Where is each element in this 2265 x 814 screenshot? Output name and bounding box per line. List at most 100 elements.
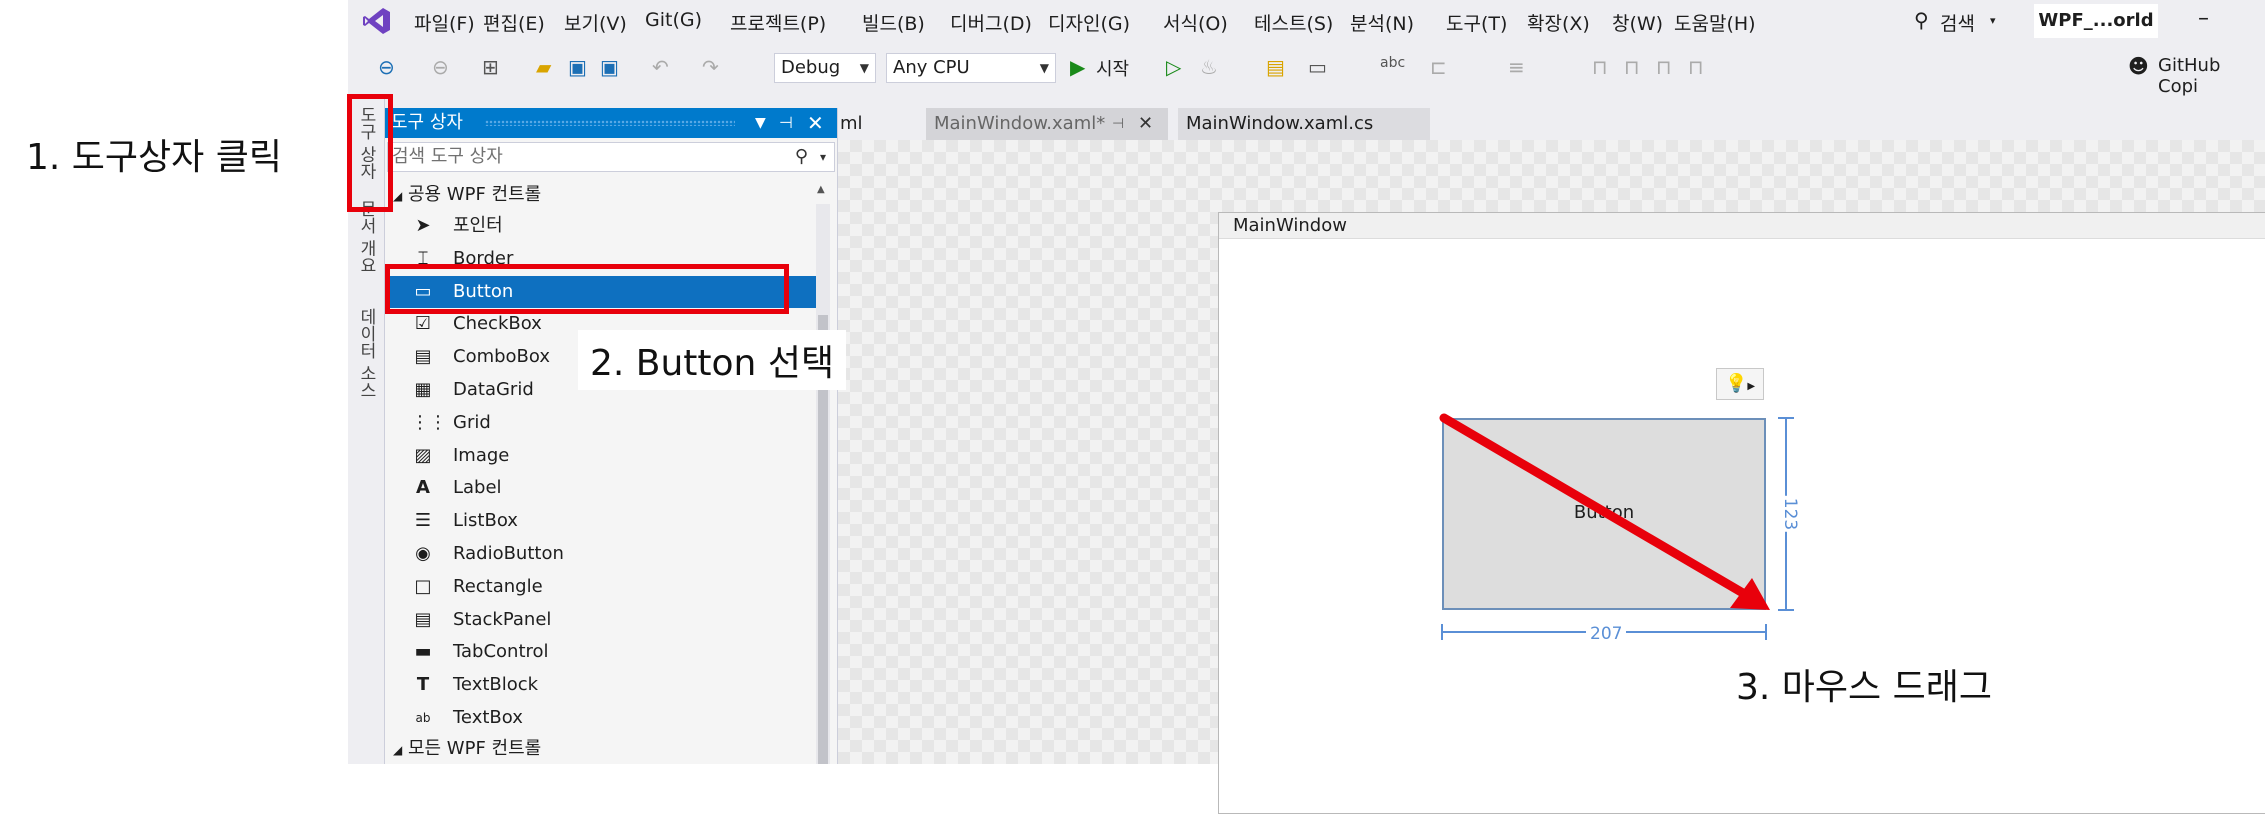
toolbox-title-bar: 도구 상자 ▼ ⊣ ✕ (385, 108, 837, 138)
indent-icon[interactable]: ≡ (1508, 55, 1525, 79)
menu-item[interactable]: Git(G) (645, 9, 702, 31)
start-button-label[interactable]: 시작 (1096, 55, 1129, 81)
toolbox-item-label: StackPanel (453, 608, 552, 630)
expand-arrow-icon: ▶ (1747, 381, 1756, 392)
menu-item[interactable]: 파일(F) (414, 9, 475, 36)
menu-item[interactable]: 프로젝트(P) (730, 9, 826, 36)
pin-icon[interactable]: ⊣ (1112, 108, 1124, 140)
tab-mainwindow-xaml-cs[interactable]: MainWindow.xaml.cs (1178, 108, 1430, 140)
toolbox-item-label: ListBox (453, 510, 518, 532)
tab-xaml-partial[interactable]: ml (840, 108, 863, 140)
bookmark-icon[interactable]: ⊓ (1592, 55, 1608, 79)
platform-select[interactable]: Any CPU ▼ (886, 53, 1056, 83)
toolbox-item-label[interactable]: A Label (389, 472, 829, 504)
toolbox-item-listbox[interactable]: ☰ ListBox (389, 505, 829, 537)
start-without-debug-icon[interactable]: ▷ (1166, 55, 1181, 79)
spellcheck-icon[interactable]: abc (1380, 55, 1405, 71)
github-copilot-button[interactable]: GitHub Copi (2158, 55, 2265, 97)
menu-item[interactable]: 창(W) (1612, 9, 1663, 36)
bookmark-clear-icon[interactable]: ⊓ (1688, 55, 1704, 79)
configuration-value: Debug (781, 57, 841, 78)
play-icon[interactable]: ▶ (1070, 55, 1085, 79)
back-icon[interactable]: ⊖ (378, 55, 395, 79)
rectangle-icon: □ (414, 575, 432, 597)
menu-item[interactable]: 테스트(S) (1254, 9, 1333, 36)
toolbox-item-grid[interactable]: ⋮⋮ Grid (389, 407, 829, 439)
close-icon[interactable]: ✕ (1138, 108, 1153, 140)
menu-item[interactable]: 도구(T) (1446, 9, 1507, 36)
window-title-bar: MainWindow (1219, 213, 2265, 239)
new-project-icon[interactable]: ⊞ (482, 55, 499, 79)
pin-icon[interactable]: ⊣ (779, 108, 793, 138)
textblock-icon: T (416, 674, 430, 696)
comment-icon[interactable]: ⊏ (1430, 55, 1447, 79)
menu-item[interactable]: 편집(E) (483, 9, 545, 36)
search-button[interactable]: 검색 (1940, 9, 1975, 36)
toolbox-item-label: TabControl (453, 641, 549, 663)
search-icon: ⚲ (794, 146, 808, 167)
hot-reload-icon[interactable]: ♨ (1200, 55, 1218, 79)
menu-item[interactable]: 서식(O) (1163, 9, 1228, 36)
tabcontrol-icon: ▬ (414, 641, 432, 663)
toolbox-item-tabcontrol[interactable]: ▬ TabControl (389, 636, 829, 668)
open-folder-icon[interactable]: ▰ (536, 55, 551, 79)
label-icon: A (416, 477, 430, 499)
redo-icon[interactable]: ↷ (702, 55, 719, 79)
textbox-icon: ab (415, 711, 431, 725)
chevron-down-icon: ▾ (1990, 14, 1996, 27)
bookmark-next-icon[interactable]: ⊓ (1656, 55, 1672, 79)
browse-icon[interactable]: ▤ (1266, 55, 1285, 79)
menu-item[interactable]: 디자인(G) (1048, 9, 1130, 36)
toolbox-item-label: 포인터 (453, 215, 503, 236)
save-icon[interactable]: ▣ (568, 55, 587, 79)
solution-name-badge[interactable]: WPF_...orld (2034, 4, 2158, 38)
menu-item[interactable]: 도움말(H) (1674, 9, 1756, 36)
minimize-button[interactable]: – (2198, 6, 2209, 31)
menu-item[interactable]: 디버그(D) (950, 9, 1032, 36)
group-label: 공용 WPF 컨트롤 (407, 184, 542, 205)
search-icon: ⚲ (1914, 8, 1929, 32)
toolbox-search-input[interactable]: 검색 도구 상자 ⚲ ▾ (387, 142, 835, 172)
lightbulb-icon: 💡 (1724, 373, 1748, 394)
toolbox-item-textblock[interactable]: T TextBlock (389, 669, 829, 701)
standard-toolbar (348, 44, 2265, 92)
step2-annotation: 2. Button 선택 (578, 330, 847, 390)
scroll-up-icon[interactable]: ▲ (817, 184, 825, 195)
group-label: 모든 WPF 컨트롤 (407, 738, 542, 759)
copilot-icon: ☻ (2128, 54, 2149, 78)
group-common-wpf-controls[interactable]: ◢ 공용 WPF 컨트롤 (393, 180, 541, 206)
highlight-toolbox-tab (347, 94, 393, 212)
step1-annotation: 1. 도구상자 클릭 (26, 137, 282, 178)
toolbox-item-stackpanel[interactable]: ▤ StackPanel (389, 604, 829, 636)
toolbox-item-label: Image (453, 444, 510, 466)
save-all-icon[interactable]: ▣ (600, 55, 619, 79)
side-tab-data-sources[interactable]: 데이터 소스 (354, 308, 379, 398)
configuration-select[interactable]: Debug ▼ (774, 53, 876, 83)
toolbox-item-textbox[interactable]: ab TextBox (389, 702, 829, 734)
menu-item[interactable]: 분석(N) (1350, 9, 1414, 36)
lightbulb-quick-actions[interactable]: 💡▶ (1716, 368, 1764, 400)
menu-item[interactable]: 보기(V) (564, 9, 627, 36)
layout-icon[interactable]: ▭ (1308, 55, 1327, 79)
menu-item[interactable]: 빌드(B) (862, 9, 925, 36)
highlight-button-item (385, 264, 789, 314)
toolbox-item-image[interactable]: ▨ Image (389, 440, 829, 472)
platform-value: Any CPU (893, 57, 970, 78)
close-icon[interactable]: ✕ (807, 108, 824, 138)
toolbox-item-label: Label (453, 477, 502, 499)
bookmark-prev-icon[interactable]: ⊓ (1624, 55, 1640, 79)
tab-mainwindow-xaml[interactable]: MainWindow.xaml* ⊣ ✕ (926, 108, 1168, 140)
collapse-triangle-icon: ◢ (393, 189, 403, 203)
toolbox-title: 도구 상자 (391, 112, 463, 133)
menu-item[interactable]: 확장(X) (1527, 9, 1590, 36)
undo-icon[interactable]: ↶ (652, 55, 669, 79)
toolbox-item-radiobutton[interactable]: ◉ RadioButton (389, 538, 829, 570)
toolbox-item-label: Grid (453, 411, 491, 433)
collapse-triangle-icon: ◢ (393, 743, 403, 757)
forward-icon[interactable]: ⊖ (432, 55, 449, 79)
window-title: MainWindow (1233, 215, 1347, 236)
toolbox-item-rectangle[interactable]: □ Rectangle (389, 571, 829, 603)
dropdown-arrow-icon[interactable]: ▼ (755, 108, 766, 138)
toolbox-item-포인터[interactable]: ➤ 포인터 (389, 210, 829, 242)
group-all-wpf-controls[interactable]: ◢ 모든 WPF 컨트롤 (393, 734, 541, 760)
